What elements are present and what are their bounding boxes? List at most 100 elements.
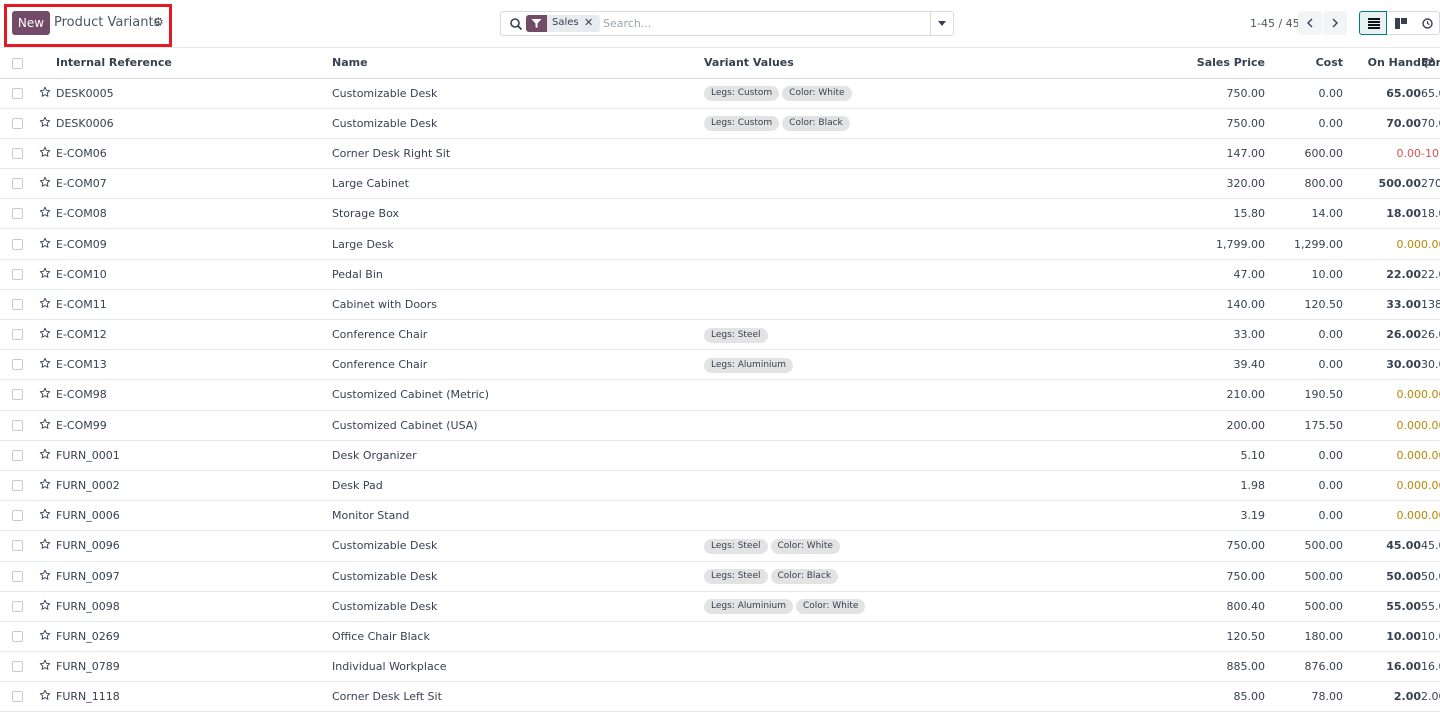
row-checkbox[interactable]	[12, 449, 23, 461]
star-icon[interactable]	[39, 297, 51, 312]
star-icon[interactable]	[39, 357, 51, 372]
cell-internal-reference: FURN_0001	[56, 440, 332, 471]
row-checkbox[interactable]	[12, 480, 23, 492]
star-icon[interactable]	[39, 569, 51, 584]
table-row[interactable]: FURN_0006Monitor Stand3.190.000.000.00	[0, 500, 1440, 532]
table-row[interactable]: E-COM10Pedal Bin47.0010.0022.0022.00	[0, 259, 1440, 290]
row-checkbox[interactable]	[12, 510, 23, 522]
table-row[interactable]: FURN_0789 Individual Workplace 885.00 876.0…	[0, 651, 1440, 683]
star-icon[interactable]	[39, 237, 51, 252]
select-all-checkbox[interactable]	[12, 57, 23, 69]
table-row[interactable]: E-COM06 Corner Desk Right Sit 147.00 600.00…	[0, 138, 1440, 170]
kanban-view-button[interactable]	[1387, 11, 1415, 35]
row-checkbox[interactable]	[12, 87, 23, 99]
star-icon[interactable]	[39, 387, 51, 402]
table-row[interactable]: DESK0006 Customizable Desk Legs: Custom Col…	[0, 108, 1440, 139]
cell-forecasted: 22.00	[1421, 259, 1440, 290]
cell-variant-values	[704, 410, 1188, 441]
row-checkbox[interactable]	[12, 419, 23, 431]
cell-forecasted: 138.00	[1421, 289, 1440, 321]
cell-forecasted: 0.00	[1421, 440, 1440, 471]
star-icon[interactable]	[39, 629, 51, 644]
cell-on-hand: 16.00	[1343, 651, 1421, 683]
cell-internal-reference: E-COM12	[56, 319, 332, 351]
row-checkbox[interactable]	[12, 630, 23, 642]
gear-icon[interactable]: ⚙	[153, 15, 164, 29]
column-sales-price[interactable]: Sales Price	[1188, 48, 1265, 79]
row-checkbox[interactable]	[12, 359, 23, 371]
table-row[interactable]: FURN_0001Desk Organizer5.100.000.000.00	[0, 440, 1440, 471]
cell-sales-price: 33.00	[1188, 319, 1265, 351]
cell-on-hand: 26.00	[1343, 319, 1421, 351]
new-button[interactable]: New	[12, 11, 50, 35]
cell-cost: 500.00	[1265, 530, 1343, 562]
star-icon[interactable]	[39, 599, 51, 614]
row-checkbox[interactable]	[12, 570, 23, 582]
cell-on-hand: 0.00	[1343, 470, 1421, 502]
star-icon[interactable]	[39, 206, 51, 221]
row-checkbox[interactable]	[12, 329, 23, 341]
star-icon[interactable]	[39, 86, 51, 101]
row-checkbox[interactable]	[12, 389, 23, 401]
row-checkbox[interactable]	[12, 147, 23, 159]
table-row[interactable]: FURN_0002Desk Pad1.980.000.000.00	[0, 470, 1440, 502]
cell-on-hand: 45.00	[1343, 530, 1421, 562]
variant-value-tag: Legs: Custom	[704, 116, 780, 132]
star-icon[interactable]	[39, 538, 51, 553]
star-icon[interactable]	[39, 659, 51, 674]
table-row[interactable]: FURN_0096 Customizable Desk Legs: Steel Col…	[0, 530, 1440, 562]
cell-on-hand: 65.00	[1343, 78, 1421, 109]
cell-variant-values	[704, 651, 1188, 683]
row-checkbox[interactable]	[12, 600, 23, 612]
table-row[interactable]: FURN_0097 Customizable Desk Legs: Steel Col…	[0, 561, 1440, 592]
table-row[interactable]: E-COM99 Customized Cabinet (USA) 200.00 175…	[0, 410, 1440, 441]
table-row[interactable]: E-COM98 Customized Cabinet (Metric) 210.00…	[0, 379, 1440, 411]
row-checkbox[interactable]	[12, 178, 23, 190]
star-icon[interactable]	[39, 448, 51, 463]
column-settings-icon[interactable]	[1423, 57, 1435, 68]
column-cost[interactable]: Cost	[1265, 48, 1343, 79]
table-row[interactable]: E-COM08Storage Box15.8014.0018.0018.00	[0, 198, 1440, 230]
star-icon[interactable]	[39, 176, 51, 191]
row-checkbox[interactable]	[12, 117, 23, 129]
cell-internal-reference: FURN_0096	[56, 530, 332, 562]
table-row[interactable]: E-COM09 Large Desk 1,799.00 1,299.00 0.00 0.0…	[0, 228, 1440, 260]
table-row[interactable]: FURN_0269 Office Chair Black 120.50 180.00 1…	[0, 621, 1440, 653]
star-icon[interactable]	[39, 508, 51, 523]
star-icon[interactable]	[39, 146, 51, 161]
column-name[interactable]: Name	[332, 48, 704, 79]
row-checkbox[interactable]	[12, 238, 23, 250]
table-row[interactable]: DESK0005 Customizable Desk Legs: Custom Col…	[0, 78, 1440, 109]
search-input[interactable]	[601, 15, 921, 32]
table-row[interactable]: E-COM07 Large Cabinet 320.00 800.00 500.00 27…	[0, 168, 1440, 200]
pager-previous-button[interactable]	[1298, 11, 1322, 35]
search-options-toggle[interactable]	[930, 12, 953, 35]
star-icon[interactable]	[39, 478, 51, 493]
row-checkbox[interactable]	[12, 268, 23, 280]
activity-view-button[interactable]	[1414, 11, 1440, 35]
star-icon[interactable]	[39, 418, 51, 433]
column-on-hand[interactable]: On Hand	[1343, 48, 1421, 79]
cell-on-hand: 50.00	[1343, 561, 1421, 592]
column-variant-values[interactable]: Variant Values	[704, 48, 1188, 79]
chevron-right-icon	[1332, 18, 1338, 28]
row-checkbox[interactable]	[12, 298, 23, 310]
row-checkbox[interactable]	[12, 208, 23, 220]
list-view-button[interactable]	[1359, 11, 1387, 35]
page-title: Product Variants	[54, 15, 161, 30]
star-icon[interactable]	[39, 267, 51, 282]
table-row[interactable]: FURN_0098 Customizable Desk Legs: Aluminiu…	[0, 591, 1440, 622]
column-internal-reference[interactable]: Internal Reference	[56, 48, 332, 79]
table-row[interactable]: E-COM12 Conference Chair Legs: Steel 33.00 0…	[0, 319, 1440, 351]
pager-next-button[interactable]	[1323, 11, 1347, 35]
table-row[interactable]: E-COM13 Conference Chair Legs: Aluminium 39…	[0, 349, 1440, 381]
star-icon[interactable]	[39, 327, 51, 342]
variant-value-tag: Legs: Aluminium	[704, 599, 793, 615]
search-icon[interactable]	[509, 17, 523, 31]
row-checkbox[interactable]	[12, 661, 23, 673]
table-row[interactable]: E-COM11 Cabinet with Doors 140.00 120.50 33.…	[0, 289, 1440, 321]
star-icon[interactable]	[39, 116, 51, 131]
close-icon[interactable]: ✕	[584, 16, 593, 29]
pager-value[interactable]: 1-45 / 45	[1250, 17, 1300, 30]
row-checkbox[interactable]	[12, 540, 23, 552]
